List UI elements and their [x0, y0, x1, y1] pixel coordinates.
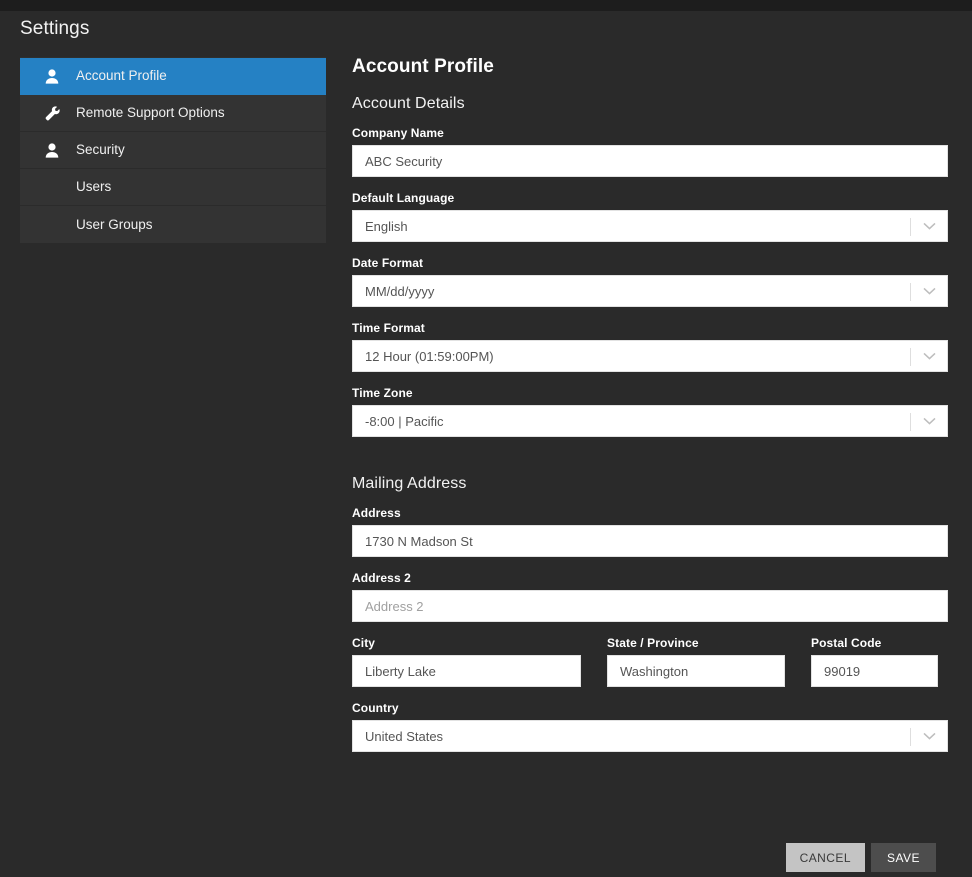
time-zone-select[interactable]: -8:00 | Pacific — [352, 405, 948, 437]
address-input[interactable]: 1730 N Madson St — [352, 525, 948, 557]
field-postal-code: Postal Code 99019 — [811, 636, 938, 687]
state-input[interactable]: Washington — [607, 655, 785, 687]
field-country: Country United States — [352, 701, 948, 752]
sidebar-item-remote-support-options[interactable]: Remote Support Options — [20, 95, 326, 132]
field-state: State / Province Washington — [607, 636, 785, 687]
field-company-name: Company Name ABC Security — [352, 126, 948, 177]
chevron-down-icon — [923, 341, 936, 371]
city-label: City — [352, 636, 376, 650]
country-value: United States — [365, 728, 444, 744]
select-divider — [910, 218, 911, 236]
time-format-select[interactable]: 12 Hour (01:59:00PM) — [352, 340, 948, 372]
field-default-language: Default Language English — [352, 191, 948, 242]
sidebar-nav: Account Profile Remote Support Options S… — [20, 57, 326, 243]
address-location-row: City Liberty Lake State / Province Washi… — [352, 636, 948, 687]
date-format-select[interactable]: MM/dd/yyyy — [352, 275, 948, 307]
field-time-zone: Time Zone -8:00 | Pacific — [352, 386, 948, 437]
section-title-account-details: Account Details — [352, 95, 465, 112]
address-label: Address — [352, 506, 401, 520]
chevron-down-icon — [923, 406, 936, 436]
account-profile-form: Account Details Company Name ABC Securit… — [352, 95, 948, 766]
page-title: Account Profile — [352, 56, 494, 77]
chevron-down-icon — [923, 276, 936, 306]
date-format-label: Date Format — [352, 256, 424, 270]
sidebar: Settings Account Profile Remote Support … — [0, 11, 340, 877]
settings-page: Settings Account Profile Remote Support … — [0, 11, 972, 877]
form-actions: CANCEL SAVE — [340, 843, 972, 872]
field-time-format: Time Format 12 Hour (01:59:00PM) — [352, 321, 948, 372]
content-panel: Account Profile Account Details Company … — [340, 11, 972, 877]
sidebar-item-label: Security — [76, 142, 125, 158]
default-language-select[interactable]: English — [352, 210, 948, 242]
user-icon — [42, 67, 62, 85]
select-divider — [910, 728, 911, 746]
address2-input[interactable]: Address 2 — [352, 590, 948, 622]
state-label: State / Province — [607, 636, 699, 650]
sidebar-item-label: Remote Support Options — [76, 105, 225, 121]
sidebar-item-account-profile[interactable]: Account Profile — [20, 58, 326, 95]
cancel-button[interactable]: CANCEL — [785, 843, 865, 872]
section-title-mailing-address: Mailing Address — [352, 475, 467, 492]
default-language-value: English — [365, 218, 408, 234]
settings-title: Settings — [20, 18, 90, 39]
date-format-value: MM/dd/yyyy — [365, 283, 435, 299]
field-date-format: Date Format MM/dd/yyyy — [352, 256, 948, 307]
sidebar-item-label: Account Profile — [76, 68, 167, 84]
user-icon — [42, 141, 62, 159]
title-bar — [0, 0, 972, 11]
select-divider — [910, 348, 911, 366]
country-label: Country — [352, 701, 399, 715]
sidebar-item-label: User Groups — [76, 216, 153, 232]
time-zone-value: -8:00 | Pacific — [365, 413, 444, 429]
time-format-label: Time Format — [352, 321, 425, 335]
sidebar-item-user-groups[interactable]: User Groups — [20, 206, 326, 243]
field-city: City Liberty Lake — [352, 636, 581, 687]
address2-label: Address 2 — [352, 571, 411, 585]
save-button[interactable]: SAVE — [871, 843, 936, 872]
sidebar-item-users[interactable]: Users — [20, 169, 326, 206]
company-name-label: Company Name — [352, 126, 444, 140]
field-address: Address 1730 N Madson St — [352, 506, 948, 557]
time-zone-label: Time Zone — [352, 386, 413, 400]
field-address2: Address 2 Address 2 — [352, 571, 948, 622]
postal-code-label: Postal Code — [811, 636, 882, 650]
postal-code-input[interactable]: 99019 — [811, 655, 938, 687]
country-select[interactable]: United States — [352, 720, 948, 752]
select-divider — [910, 413, 911, 431]
city-input[interactable]: Liberty Lake — [352, 655, 581, 687]
sidebar-item-label: Users — [76, 179, 112, 195]
default-language-label: Default Language — [352, 191, 455, 205]
time-format-value: 12 Hour (01:59:00PM) — [365, 348, 494, 364]
sidebar-item-security[interactable]: Security — [20, 132, 326, 169]
select-divider — [910, 283, 911, 301]
wrench-icon — [42, 104, 62, 122]
chevron-down-icon — [923, 721, 936, 751]
company-name-input[interactable]: ABC Security — [352, 145, 948, 177]
chevron-down-icon — [923, 211, 936, 241]
